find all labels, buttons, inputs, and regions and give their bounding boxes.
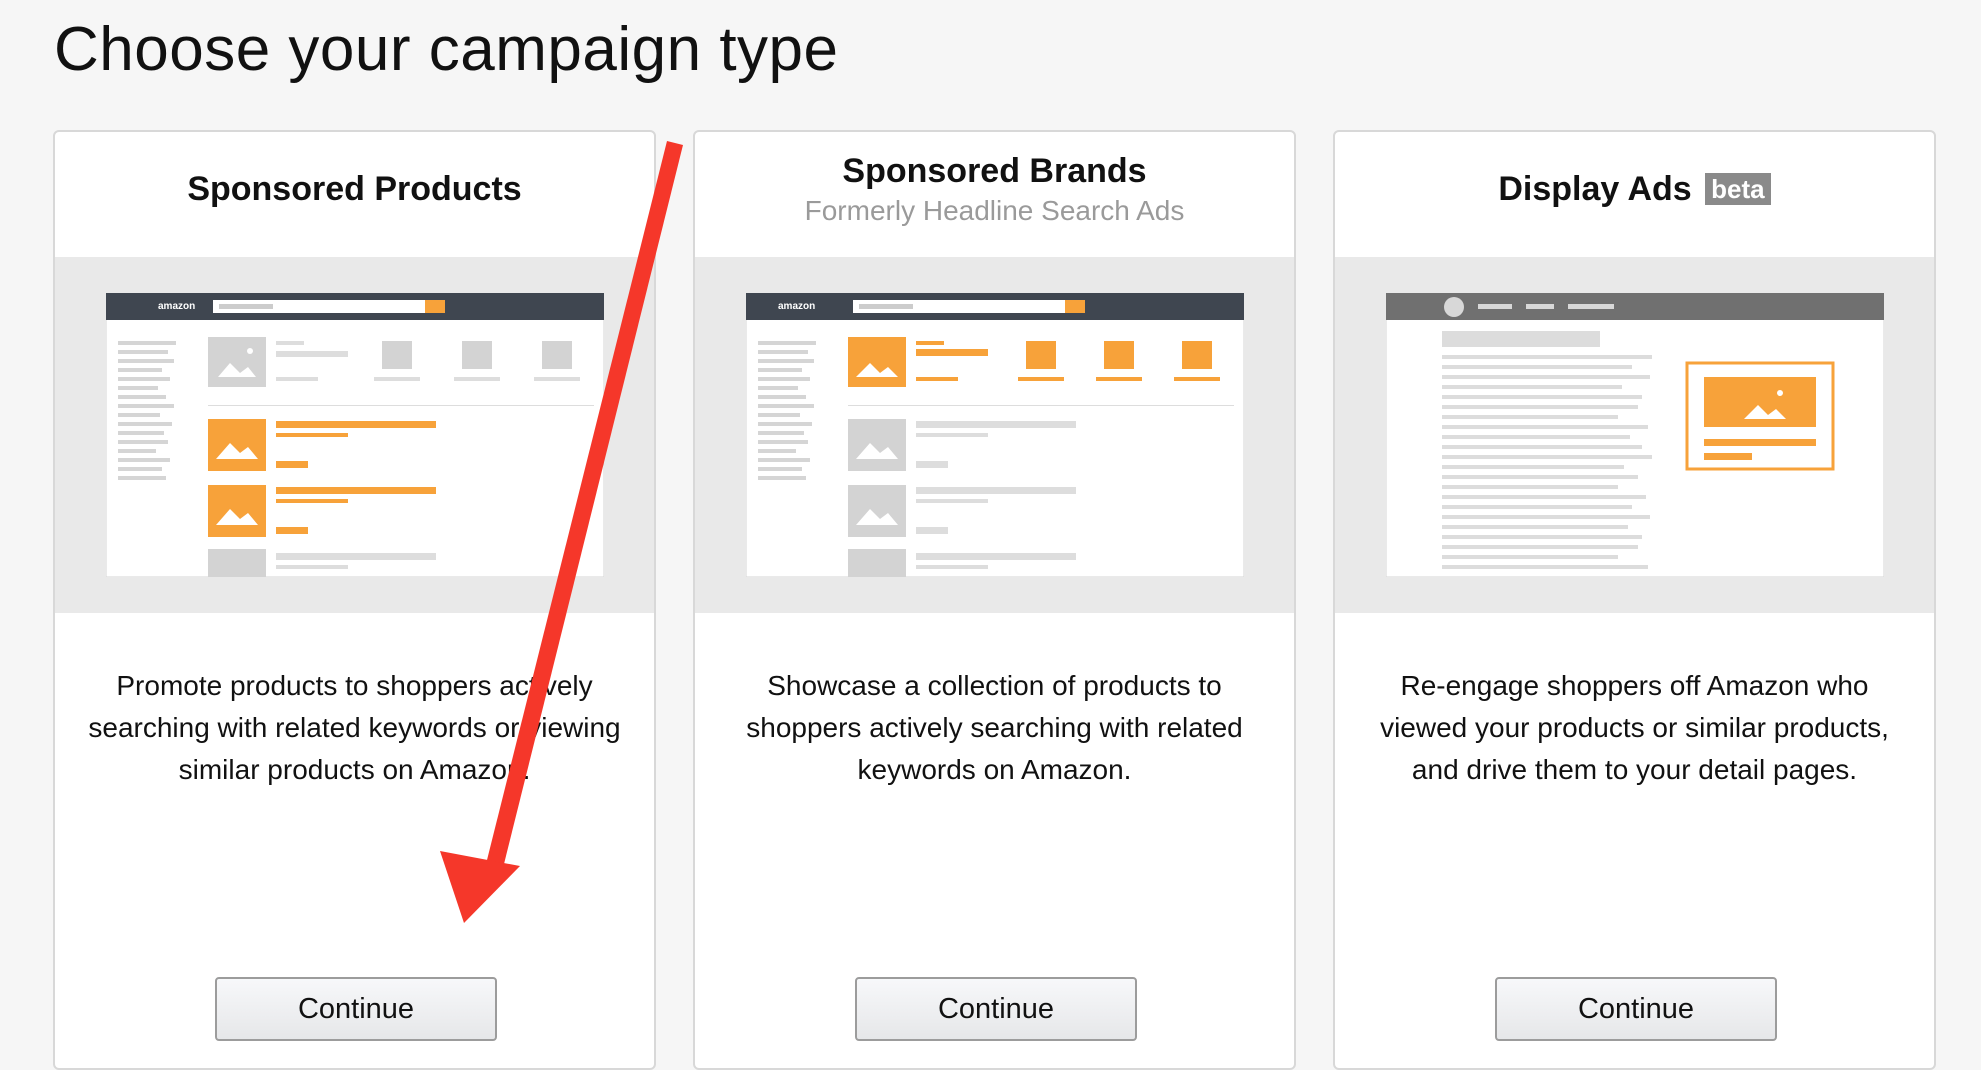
preview-area	[1335, 257, 1934, 613]
page-title: Choose your campaign type	[54, 15, 839, 84]
card-description: Re-engage shoppers off Amazon who viewed…	[1380, 670, 1889, 785]
card-header: Display Ads beta	[1335, 132, 1934, 257]
preview-area: amazon	[695, 257, 1294, 613]
campaign-card-sponsored-brands: Sponsored Brands Formerly Headline Searc…	[693, 130, 1296, 1070]
card-description: Showcase a collection of products to sho…	[746, 670, 1243, 785]
continue-button-sponsored-brands[interactable]: Continue	[855, 977, 1137, 1041]
card-subtitle: Formerly Headline Search Ads	[804, 195, 1185, 226]
campaign-card-display-ads: Display Ads beta Re-engage shoppers off …	[1333, 130, 1936, 1070]
continue-button-sponsored-products[interactable]: Continue	[215, 977, 497, 1041]
card-title: Sponsored Brands	[842, 152, 1147, 190]
continue-button-display-ads[interactable]: Continue	[1495, 977, 1777, 1041]
card-header: Sponsored Products	[55, 132, 654, 257]
beta-badge: beta	[1705, 173, 1771, 205]
display-ads-preview-illustration	[1386, 293, 1884, 577]
card-title-text: Display Ads	[1498, 170, 1692, 208]
preview-area: amazon	[55, 257, 654, 613]
card-title: Display Ads beta	[1335, 132, 1934, 209]
campaign-card-sponsored-products: Sponsored Products amazon Promote produc…	[53, 130, 656, 1070]
amazon-logo: amazon	[158, 301, 195, 312]
sponsored-products-preview-illustration: amazon	[106, 293, 604, 577]
card-description: Promote products to shoppers actively se…	[88, 670, 621, 785]
card-header: Sponsored Brands Formerly Headline Searc…	[695, 132, 1294, 257]
card-title: Sponsored Products	[187, 170, 522, 208]
sponsored-brands-preview-illustration: amazon	[746, 293, 1244, 577]
amazon-logo: amazon	[778, 301, 815, 312]
